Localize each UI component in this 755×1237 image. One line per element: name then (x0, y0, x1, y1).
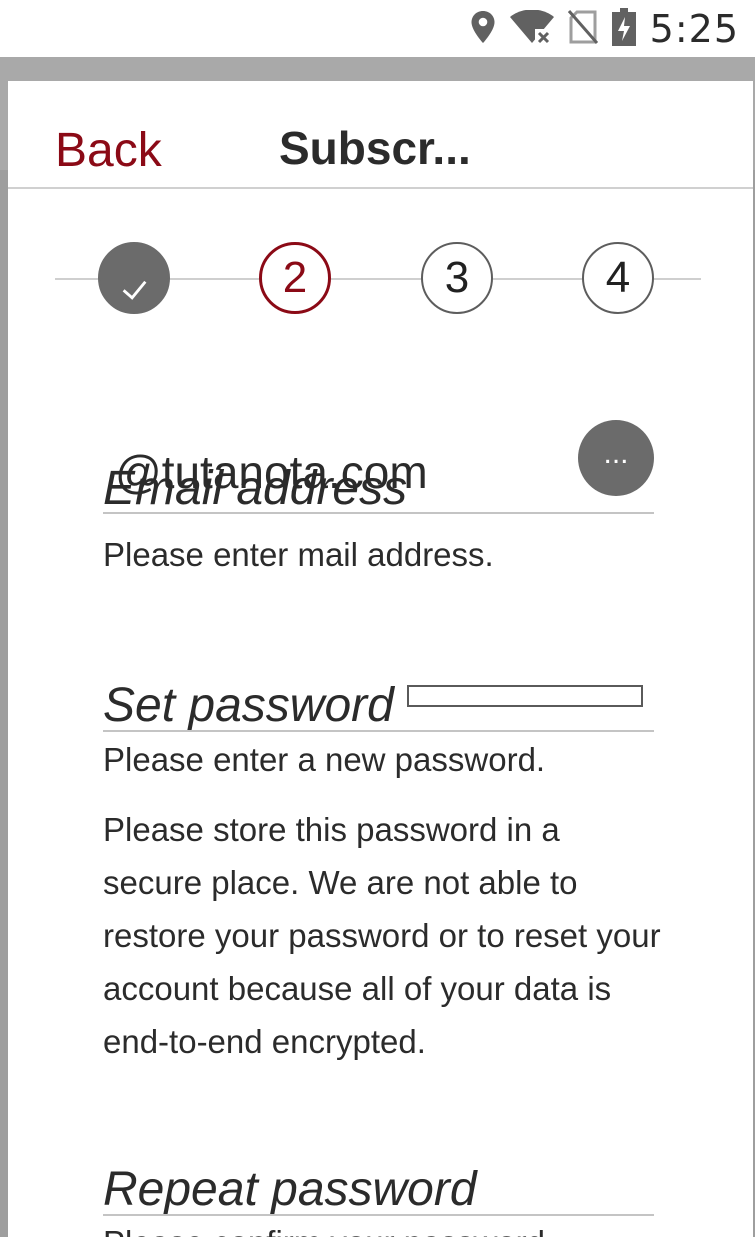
status-bar: 5:25 (0, 0, 755, 57)
set-password-underline (103, 730, 654, 732)
no-sim-icon (567, 9, 598, 49)
wifi-off-icon (509, 9, 554, 49)
dialog-title: Subscr... (279, 122, 471, 174)
status-time: 5:25 (649, 7, 739, 51)
repeat-password-field[interactable]: Repeat password (103, 1162, 654, 1217)
email-underline (103, 512, 654, 514)
repeat-password-label: Repeat password (103, 1163, 477, 1216)
repeat-password-help-text: Please confirm your password. (103, 1216, 554, 1237)
wizard-stepper: 2 3 4 (55, 241, 701, 319)
step-4: 4 (582, 242, 654, 314)
password-warning-text: Please store this password in a secure p… (103, 811, 661, 1060)
more-options-button[interactable]: ... (578, 420, 654, 496)
dialog-header: Back Subscr... (8, 81, 753, 189)
email-help-text: Please enter mail address. (103, 536, 494, 573)
battery-charging-icon (611, 7, 636, 51)
password-input[interactable] (407, 685, 643, 707)
checkmark-icon (122, 280, 147, 300)
password-help-text: Please enter a new password. (103, 741, 546, 778)
step-3: 3 (421, 242, 493, 314)
status-icons: 5:25 (470, 6, 739, 52)
set-password-label: Set password (103, 679, 394, 732)
back-button[interactable]: Back (55, 123, 162, 178)
location-icon (470, 10, 496, 49)
email-domain-value: @tutanota.com (115, 446, 428, 498)
subscription-dialog: Back Subscr... 2 3 4 Email address @tuta… (8, 81, 753, 1237)
step-1-done (98, 242, 170, 314)
step-2-active: 2 (259, 242, 331, 314)
